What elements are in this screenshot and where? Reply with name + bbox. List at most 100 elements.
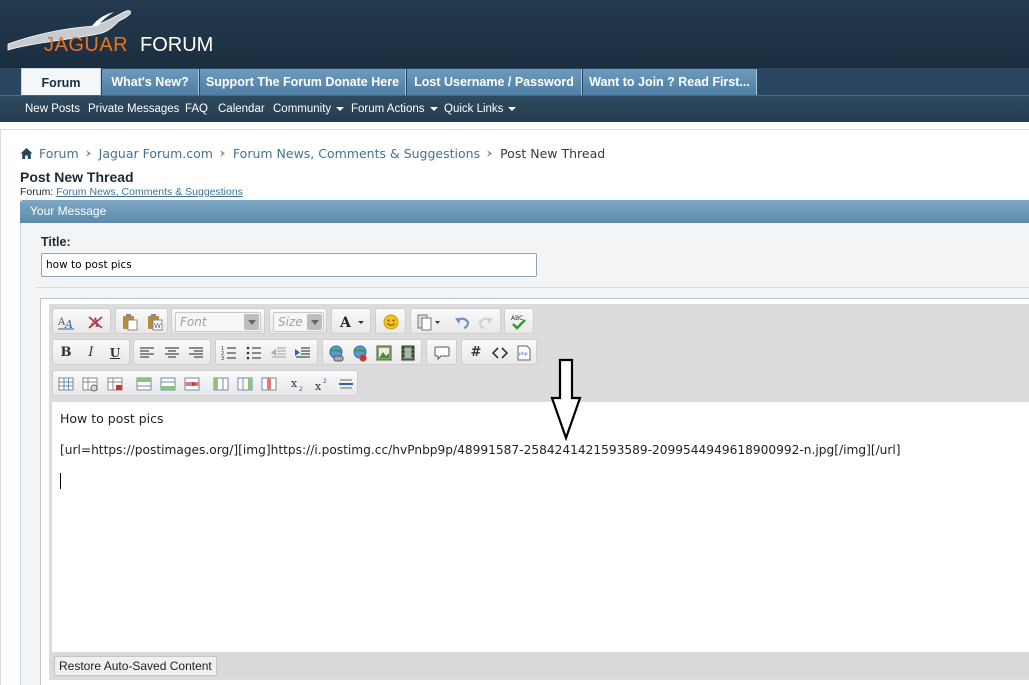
- indent-icon[interactable]: [294, 344, 312, 362]
- code-icon[interactable]: [491, 344, 509, 362]
- superscript-icon[interactable]: x2: [313, 375, 331, 393]
- subscript-icon[interactable]: x2: [289, 375, 307, 393]
- logo-word-forum: FORUM: [140, 34, 214, 56]
- panel-header-your-message: Your Message: [20, 200, 1029, 223]
- main-tab-bar: Forum What's New? Support The Forum Dona…: [0, 68, 1029, 96]
- subnav-faq[interactable]: FAQ: [185, 96, 208, 122]
- italic-icon[interactable]: I: [82, 344, 100, 362]
- subnav-label: FAQ: [185, 103, 209, 115]
- insert-column-right-icon[interactable]: [236, 375, 254, 393]
- toolbar-group-spell: ABC: [504, 308, 534, 334]
- align-center-icon[interactable]: [163, 344, 181, 362]
- delete-column-icon[interactable]: [260, 375, 278, 393]
- subnav-label: Forum Actions: [351, 103, 425, 115]
- toolbar-group-quote: [426, 339, 457, 365]
- home-icon[interactable]: [20, 147, 33, 160]
- svg-text:W: W: [154, 322, 161, 330]
- chevron-down-icon: [429, 106, 438, 111]
- table-properties-icon[interactable]: [81, 375, 99, 393]
- toolbar-group-color: A: [331, 308, 371, 334]
- forum-label: Forum:: [20, 186, 54, 198]
- php-code-icon[interactable]: php: [515, 344, 533, 362]
- svg-text:2: 2: [299, 386, 303, 393]
- table-icon[interactable]: [57, 375, 75, 393]
- subnav-new-posts[interactable]: New Posts: [25, 96, 80, 122]
- tab-support-donate[interactable]: Support The Forum Donate Here: [200, 69, 406, 95]
- subnav-label: Community: [273, 103, 332, 115]
- breadcrumb: Forum Jaguar Forum.com Forum News, Comment…: [20, 146, 605, 162]
- subnav-community[interactable]: Community: [273, 96, 345, 122]
- delete-table-icon[interactable]: [106, 375, 124, 393]
- insert-link-icon[interactable]: [327, 344, 345, 362]
- hash-tag-icon[interactable]: #: [467, 344, 485, 362]
- insert-video-icon[interactable]: [399, 344, 417, 362]
- toolbar-group-align: [133, 339, 211, 365]
- toolbar-group-paste: W: [115, 308, 168, 334]
- align-left-icon[interactable]: [138, 344, 156, 362]
- chevron-down-icon: [336, 106, 345, 111]
- restore-autosave-button[interactable]: Restore Auto-Saved Content: [54, 656, 217, 676]
- toolbar-group-formatting: AA A: [52, 308, 111, 334]
- text-style-icon[interactable]: AA: [57, 313, 75, 331]
- tab-want-to-join[interactable]: Want to Join ? Read First...: [583, 69, 757, 95]
- clipboard-menu-icon[interactable]: [416, 313, 442, 331]
- divider: [36, 287, 1029, 288]
- svg-text:A: A: [339, 315, 352, 331]
- font-select-label: Font: [180, 315, 207, 329]
- underline-icon[interactable]: U: [106, 344, 124, 362]
- breadcrumb-current: Post New Thread: [500, 146, 606, 161]
- toolbar-group-size: Size: [269, 308, 327, 334]
- message-editor[interactable]: How to post pics [url=https://postimages…: [52, 402, 1029, 652]
- size-select[interactable]: Size: [273, 312, 324, 332]
- svg-text:ABC: ABC: [511, 315, 523, 322]
- insert-row-below-icon[interactable]: [159, 375, 177, 393]
- ordered-list-icon[interactable]: 123: [220, 344, 238, 362]
- breadcrumb-jaguar-forum[interactable]: Jaguar Forum.com: [99, 146, 213, 161]
- paste-from-word-icon[interactable]: W: [146, 313, 164, 331]
- sub-navigation: New Posts Private Messages FAQ Calendar …: [0, 95, 1029, 122]
- tab-whats-new[interactable]: What's New?: [102, 69, 199, 95]
- chevron-down-icon: [244, 314, 259, 330]
- tab-lost-username-password[interactable]: Lost Username / Password: [407, 69, 582, 95]
- insert-column-left-icon[interactable]: [212, 375, 230, 393]
- text-caret: [60, 473, 61, 489]
- align-right-icon[interactable]: [187, 344, 205, 362]
- message-line-1: How to post pics: [60, 411, 164, 426]
- toolbar-group-smilies: [375, 308, 406, 334]
- title-input[interactable]: [41, 253, 537, 277]
- text-color-icon[interactable]: A: [338, 313, 366, 331]
- subnav-forum-actions[interactable]: Forum Actions: [351, 96, 438, 122]
- delete-row-icon[interactable]: [183, 375, 201, 393]
- horizontal-rule-icon[interactable]: [337, 375, 355, 393]
- undo-icon[interactable]: [453, 313, 471, 331]
- title-label: Title:: [41, 235, 71, 249]
- subnav-private-messages[interactable]: Private Messages: [88, 96, 179, 122]
- quote-icon[interactable]: [433, 344, 451, 362]
- breadcrumb-forum-news[interactable]: Forum News, Comments & Suggestions: [233, 146, 480, 161]
- remove-link-icon[interactable]: [351, 344, 369, 362]
- remove-format-icon[interactable]: A: [87, 313, 105, 331]
- subnav-calendar[interactable]: Calendar: [218, 96, 265, 122]
- spellcheck-icon[interactable]: ABC: [510, 313, 528, 331]
- smiley-icon[interactable]: [382, 313, 400, 331]
- site-logo[interactable]: JAGUAR FORUM: [6, 4, 213, 64]
- subnav-label: Private Messages: [88, 103, 180, 115]
- message-line-2: [url=https://postimages.org/][img]https:…: [60, 443, 901, 457]
- subnav-label: New Posts: [25, 103, 80, 115]
- page-title: Post New Thread: [20, 169, 134, 185]
- unordered-list-icon[interactable]: [245, 344, 263, 362]
- outdent-icon[interactable]: [270, 344, 288, 362]
- breadcrumb-forum[interactable]: Forum: [39, 146, 79, 161]
- bold-icon[interactable]: B: [57, 344, 75, 362]
- insert-image-icon[interactable]: [375, 344, 393, 362]
- logo-word-jaguar: JAGUAR: [44, 34, 129, 56]
- tab-forum[interactable]: Forum: [21, 68, 101, 96]
- subnav-quick-links[interactable]: Quick Links: [444, 96, 517, 122]
- font-select[interactable]: Font: [175, 312, 261, 332]
- insert-row-above-icon[interactable]: [135, 375, 153, 393]
- svg-text:php: php: [519, 351, 528, 357]
- paste-icon[interactable]: [121, 313, 139, 331]
- svg-text:x: x: [291, 377, 298, 390]
- redo-icon[interactable]: [477, 313, 495, 331]
- forum-link[interactable]: Forum News, Comments & Suggestions: [56, 186, 243, 198]
